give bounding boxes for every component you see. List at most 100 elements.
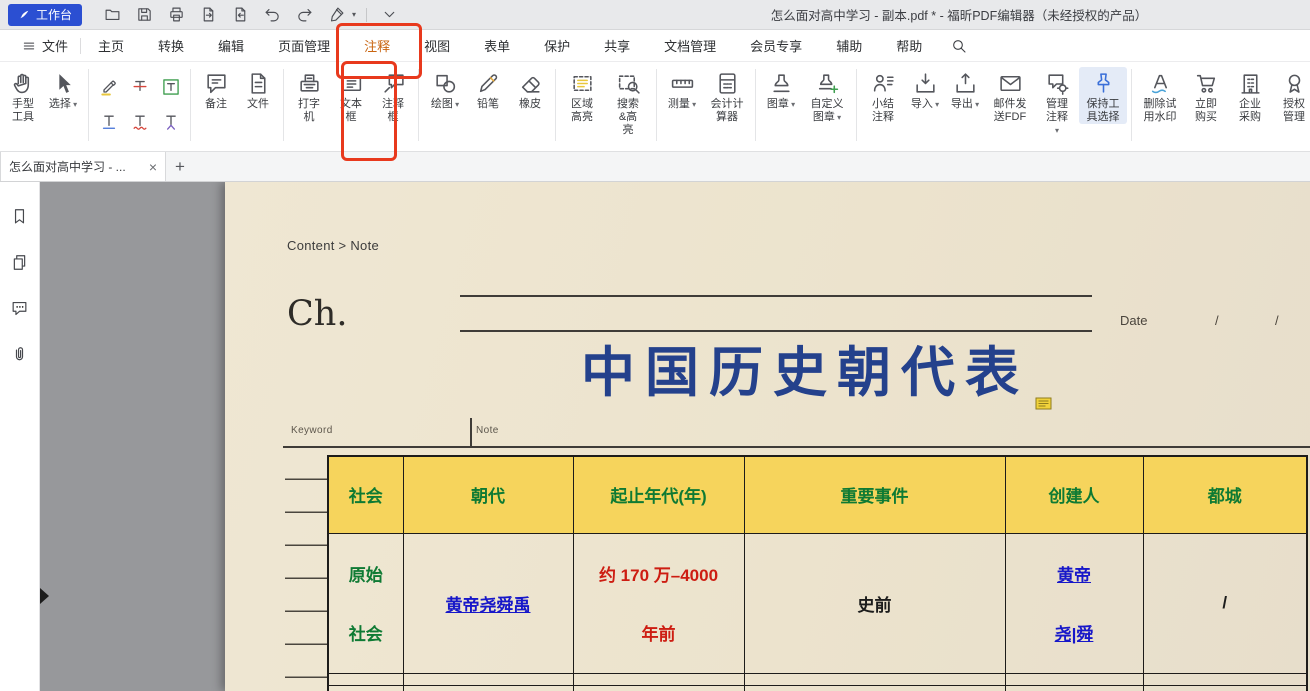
building-icon xyxy=(1238,70,1263,97)
cell-society: 原始 社会 xyxy=(328,533,403,673)
menu-item-protect[interactable]: 保护 xyxy=(527,30,587,61)
tool-file-attachment[interactable]: 文件 xyxy=(237,67,279,111)
menu-item-membership[interactable]: 会员专享 xyxy=(733,30,819,61)
pushpin-icon xyxy=(1091,70,1116,97)
new-tab-button[interactable]: + xyxy=(166,152,194,181)
attachments-panel-button[interactable] xyxy=(8,344,32,364)
tool-export-comments[interactable]: 导出 xyxy=(945,67,985,111)
pages-panel-button[interactable] xyxy=(8,252,32,272)
sidebar-expand-handle[interactable] xyxy=(40,588,49,604)
bookmark-icon xyxy=(10,207,29,226)
menubar: 文件 主页 转换 编辑 页面管理 注释 视图 表单 保护 共享 文档管理 会员专… xyxy=(0,30,1310,62)
menu-item-comment[interactable]: 注释 xyxy=(347,30,407,61)
text-squiggly-icon[interactable] xyxy=(127,109,153,135)
import-document-button[interactable] xyxy=(228,4,253,26)
tool-enterprise-purchase[interactable]: 企业采购 xyxy=(1228,67,1272,124)
tool-stamp[interactable]: 图章 xyxy=(760,67,802,111)
menu-item-form[interactable]: 表单 xyxy=(467,30,527,61)
dynasty-link[interactable]: 黄帝尧舜禹 xyxy=(446,596,531,615)
customize-toolbar-button[interactable] xyxy=(377,4,402,26)
export-document-button[interactable] xyxy=(196,4,221,26)
divider xyxy=(190,69,191,141)
workspace-button[interactable]: 工作台 xyxy=(8,4,82,26)
cursor-icon xyxy=(51,70,76,97)
save-button[interactable] xyxy=(132,4,157,26)
pen-tool-caret-icon[interactable]: ▾ xyxy=(352,10,356,19)
manage-comments-icon xyxy=(1045,70,1070,97)
chapter-label: Ch. xyxy=(287,294,347,334)
table-separator-row xyxy=(328,673,1307,685)
menu-item-convert[interactable]: 转换 xyxy=(141,30,201,61)
chevron-down-icon xyxy=(381,6,398,23)
tool-typewriter[interactable]: 打字机 xyxy=(288,67,330,124)
tool-textbox[interactable]: 文本框 xyxy=(330,67,372,124)
tool-pencil[interactable]: 铅笔 xyxy=(467,67,509,111)
tool-search-highlight[interactable]: 搜索&高亮 xyxy=(604,67,652,137)
comments-panel-button[interactable] xyxy=(8,298,32,318)
menu-item-share[interactable]: 共享 xyxy=(587,30,647,61)
tool-measure[interactable]: 测量 xyxy=(661,67,703,111)
pdf-page[interactable]: Content > Note Ch. Date / / 中国历史朝代表 Keyw… xyxy=(225,182,1310,691)
callout-icon xyxy=(381,70,406,97)
tool-eraser[interactable]: 橡皮 xyxy=(509,67,551,111)
stamp-icon xyxy=(769,70,794,97)
tool-remove-trial-watermark[interactable]: 删除试用水印 xyxy=(1136,67,1184,124)
text-box-highlight-icon[interactable] xyxy=(158,74,184,100)
redo-icon xyxy=(296,6,313,23)
divider xyxy=(1131,69,1132,141)
tool-note[interactable]: 备注 xyxy=(195,67,237,111)
tool-summary-comments[interactable]: 小结注释 xyxy=(861,67,905,124)
file-menu-label: 文件 xyxy=(42,36,68,55)
menu-item-view[interactable]: 视图 xyxy=(407,30,467,61)
search-highlight-icon xyxy=(616,70,641,97)
document-tab[interactable]: 怎么面对高中学习 - ... × xyxy=(0,152,166,181)
mail-icon xyxy=(998,70,1023,97)
document-import-icon xyxy=(232,6,249,23)
text-underline-icon[interactable] xyxy=(96,109,122,135)
document-canvas[interactable]: Content > Note Ch. Date / / 中国历史朝代表 Keyw… xyxy=(40,182,1310,691)
divider xyxy=(418,69,419,141)
foxit-pdf-editor-window: 工作台 ▾ 怎么面对高中学习 - 副本.pdf * - 福昕PDF编辑器（未经授… xyxy=(0,0,1310,691)
menu-item-page-management[interactable]: 页面管理 xyxy=(261,30,347,61)
tool-drawing[interactable]: 绘图 xyxy=(423,67,467,111)
date-label: Date xyxy=(1120,313,1147,328)
tool-manage-comments[interactable]: 管理注释 xyxy=(1035,67,1079,137)
tool-import-comments[interactable]: 导入 xyxy=(905,67,945,111)
document-main-title: 中国历史朝代表 xyxy=(505,328,1105,407)
text-highlight-icon[interactable] xyxy=(96,74,122,100)
calculator-icon xyxy=(715,70,740,97)
tool-select[interactable]: 选择 xyxy=(42,67,84,111)
founder-link[interactable]: 黄帝 xyxy=(1006,561,1143,586)
menu-item-accessibility[interactable]: 辅助 xyxy=(819,30,879,61)
tab-close-icon[interactable]: × xyxy=(149,160,157,174)
file-menu-button[interactable]: 文件 xyxy=(10,30,80,61)
divider xyxy=(283,69,284,141)
tool-keep-tool-selected[interactable]: 保持工具选择 xyxy=(1079,67,1127,124)
open-file-button[interactable] xyxy=(100,4,125,26)
tool-license-management[interactable]: 授权管理 xyxy=(1272,67,1310,124)
save-icon xyxy=(136,6,153,23)
tool-accounting-calculator[interactable]: 会计计算器 xyxy=(703,67,751,124)
redo-button[interactable] xyxy=(292,4,317,26)
tool-hand[interactable]: 手型工具 xyxy=(4,67,42,124)
note-annotation-icon[interactable] xyxy=(1035,397,1052,410)
cell-founder: 黄帝 尧|舜 xyxy=(1005,533,1143,673)
menu-item-edit[interactable]: 编辑 xyxy=(201,30,261,61)
tool-buy-now[interactable]: 立即购买 xyxy=(1184,67,1228,124)
pen-tool-button[interactable] xyxy=(324,4,349,26)
menu-item-home[interactable]: 主页 xyxy=(81,30,141,61)
bookmarks-panel-button[interactable] xyxy=(8,206,32,226)
search-button[interactable] xyxy=(945,30,973,61)
text-insert-icon[interactable] xyxy=(158,109,184,135)
founder-link[interactable]: 尧|舜 xyxy=(1006,620,1143,645)
print-button[interactable] xyxy=(164,4,189,26)
tool-email-fdf[interactable]: 邮件发送FDF xyxy=(985,67,1035,124)
tool-callout[interactable]: 注释框 xyxy=(372,67,414,124)
undo-button[interactable] xyxy=(260,4,285,26)
tool-area-highlight[interactable]: 区域高亮 xyxy=(560,67,604,124)
text-strikeout-icon[interactable] xyxy=(127,74,153,100)
menu-item-help[interactable]: 帮助 xyxy=(879,30,939,61)
divider xyxy=(656,69,657,141)
menu-item-document-management[interactable]: 文档管理 xyxy=(647,30,733,61)
tool-custom-stamp[interactable]: 自定义图章 xyxy=(802,67,852,124)
